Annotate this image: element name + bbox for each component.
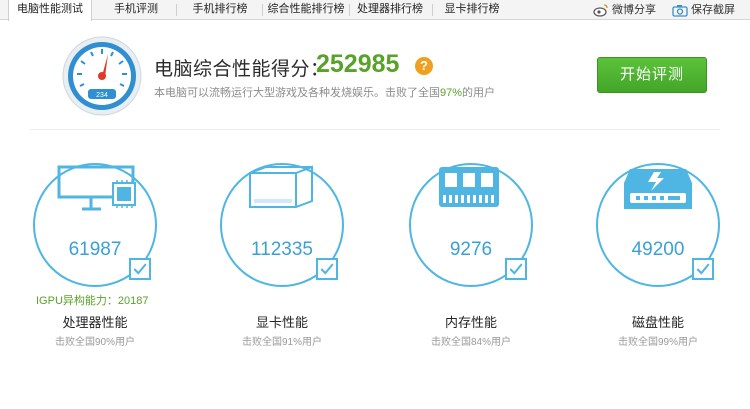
score-summary: 本电脑可以流畅运行大型游戏及各种发烧娱乐。击败了全国97%的用户 bbox=[154, 84, 495, 100]
tab-separator bbox=[176, 4, 177, 16]
memory-score-card[interactable]: 9276 bbox=[409, 163, 533, 287]
tab-overall-ranking[interactable]: 综合性能排行榜 bbox=[264, 0, 348, 20]
weibo-share-label: 微博分享 bbox=[612, 4, 656, 16]
gpu-beat-percent: 击败全国91%用户 bbox=[241, 337, 322, 348]
score-summary-suffix: 的用户 bbox=[462, 87, 496, 99]
gauge-readout: 234 bbox=[96, 92, 108, 99]
start-benchmark-button[interactable]: 开始评测 bbox=[597, 57, 707, 93]
igpu-capability: IGPU异构能力：20187 bbox=[36, 295, 149, 307]
camera-icon bbox=[672, 4, 688, 17]
save-screenshot-label: 保存截屏 bbox=[691, 4, 735, 16]
cpu-score-card[interactable]: 61987 bbox=[33, 163, 157, 287]
score-percentile: 97% bbox=[440, 87, 463, 99]
tab-separator bbox=[262, 4, 263, 16]
checkmark-icon bbox=[692, 258, 714, 280]
score-title: 电脑综合性能得分： bbox=[154, 59, 330, 80]
memory-beat-percent: 击败全国84%用户 bbox=[430, 337, 511, 348]
disk-performance-label: 磁盘性能 bbox=[631, 315, 684, 330]
disk-beat-percent: 击败全国99%用户 bbox=[617, 337, 698, 348]
checkmark-icon bbox=[316, 258, 338, 280]
speedometer-icon: 234 bbox=[62, 36, 142, 116]
tab-phone-review[interactable]: 手机评测 bbox=[100, 0, 172, 20]
tab-cpu-ranking[interactable]: 处理器排行榜 bbox=[352, 0, 428, 20]
tab-phone-ranking[interactable]: 手机排行榜 bbox=[182, 0, 258, 20]
weibo-icon bbox=[593, 4, 608, 17]
score-summary-text: 本电脑可以流畅运行大型游戏及各种发烧娱乐。击败了全国 bbox=[154, 87, 440, 99]
top-tab-bar: 电脑性能测试 手机评测 手机排行榜 综合性能排行榜 处理器排行榜 显卡排行榜 微… bbox=[0, 0, 750, 21]
gpu-performance-label: 显卡性能 bbox=[255, 315, 308, 330]
gpu-score-card[interactable]: 112335 bbox=[220, 163, 344, 287]
memory-chip-icon bbox=[439, 167, 499, 207]
hard-disk-icon bbox=[624, 169, 692, 209]
tab-gpu-ranking[interactable]: 显卡排行榜 bbox=[436, 0, 508, 20]
memory-performance-label: 内存性能 bbox=[444, 315, 497, 330]
disk-score-card[interactable]: 49200 bbox=[596, 163, 720, 287]
graphics-card-icon bbox=[249, 165, 313, 208]
tab-separator bbox=[349, 4, 350, 16]
save-screenshot-button[interactable]: 保存截屏 bbox=[672, 0, 735, 20]
tab-separator bbox=[432, 4, 433, 16]
section-divider bbox=[30, 129, 720, 130]
checkmark-icon bbox=[505, 258, 527, 280]
overall-score: 252985 bbox=[316, 50, 400, 78]
cpu-beat-percent: 击败全国90%用户 bbox=[54, 337, 135, 348]
tab-pc-performance-test[interactable]: 电脑性能测试 bbox=[8, 0, 92, 21]
monitor-cpu-icon bbox=[57, 165, 136, 211]
checkmark-icon bbox=[129, 258, 151, 280]
cpu-performance-label: 处理器性能 bbox=[62, 315, 128, 330]
weibo-share-button[interactable]: 微博分享 bbox=[593, 0, 656, 20]
help-icon[interactable]: ? bbox=[415, 57, 433, 75]
